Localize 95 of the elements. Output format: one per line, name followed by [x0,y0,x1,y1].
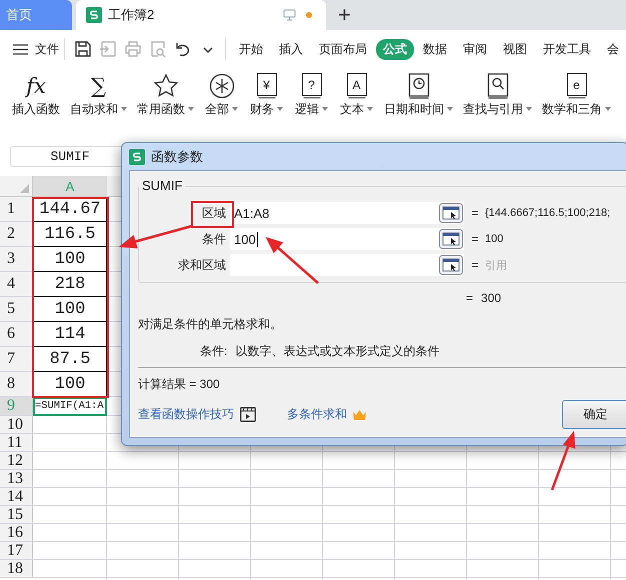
table-cell: 87.5 [33,347,107,372]
range-select-icon[interactable] [439,203,463,223]
menu-tab[interactable]: 会 [599,38,626,60]
menu-tab[interactable]: 插入 [271,38,311,60]
menu-tab[interactable]: 开发工具 [535,38,599,60]
argument-label: 条件 [202,232,226,246]
row-header[interactable]: 12 [0,452,33,470]
row-header[interactable]: 14 [0,488,33,506]
ok-button[interactable]: 确定 [562,400,626,429]
save-icon[interactable] [74,40,92,58]
range-select-icon[interactable] [439,229,463,249]
menu-tab[interactable]: 数据 [415,38,455,60]
file-menu[interactable]: 文件 [13,40,59,58]
ribbon-button[interactable]: ∑ 自动求和 [70,72,127,116]
row-header[interactable]: 8 [0,372,33,397]
argument-label: 求和区域 [178,258,226,272]
ribbon-button[interactable]: 全部 [204,72,239,116]
table-cell: =SUMIF(A1:A [35,400,104,413]
tab-label: 首页 [6,6,33,24]
search-icon [486,72,508,100]
argument-field[interactable] [230,254,464,276]
ribbon-button[interactable]: A 文本 [339,72,374,116]
row-header[interactable]: 16 [0,524,33,542]
argument-result: 引用 [485,258,507,272]
highlight-frame [191,201,234,228]
equals-sign: = [466,291,474,305]
table-cell: 114 [33,322,107,347]
row-header[interactable]: 5 [0,297,33,322]
book-icon: ¥ [256,73,276,96]
table-cell: 100 [33,297,107,322]
table-cell: 116.5 [33,222,107,247]
argument-result: {144.6667;116.5;100;218; [485,207,610,219]
ribbon-button[interactable]: ¥ 财务 [249,72,284,116]
ribbon-button[interactable]: 常用函数 [137,72,194,116]
document-tab[interactable]: 工作簿2 [76,0,326,30]
help-text: 以数字、表达式或文本形式定义的条件 [235,342,440,360]
new-tab-button[interactable]: + [338,0,351,30]
annotation-arrow [266,236,319,284]
function-description: 对满足条件的单元格求和。 [138,316,282,332]
book-icon: e [566,73,586,96]
range-select-icon[interactable] [439,255,463,275]
formula-icon: fx [26,72,46,100]
row-header[interactable]: 13 [0,470,33,488]
menu-tab[interactable]: 页面布局 [311,38,375,60]
equals-sign: = [470,206,480,220]
argument-field[interactable]: A1:A8 [230,202,464,224]
calculation-result: 计算结果 = 300 [138,376,220,392]
dialog-title: 函数参数 [151,148,203,166]
table-cell: 218 [33,272,107,297]
formula-result: 300 [481,291,502,305]
row-header[interactable]: 6 [0,322,33,347]
help-link[interactable]: 查看函数操作技巧 [138,406,234,423]
row-header[interactable]: 10 [0,416,33,434]
crown-icon [353,410,366,420]
equals-sign: = [470,258,480,272]
unsaved-dot [306,12,312,18]
table-cell: 100 [33,247,107,272]
spreadsheet-icon [129,148,145,164]
row-header[interactable]: 17 [0,542,33,560]
ribbon-button[interactable]: 日期和时间 [384,72,453,116]
clock-icon [408,72,430,100]
help-label: 条件: [200,342,228,360]
ribbon-button[interactable]: e 数学和三角 [542,72,611,116]
table-cell: 144.67 [33,197,107,222]
ribbon-button[interactable]: ? 逻辑 [294,72,329,116]
argument-result: 100 [485,233,504,245]
row-header[interactable]: 3 [0,247,33,272]
annotation-arrow [550,430,576,490]
book-icon: A [346,73,366,96]
formula-icon: ∑ [91,72,106,100]
argument-label: 区域 [202,206,226,220]
spreadsheet-icon [86,7,102,23]
row-header[interactable]: 15 [0,506,33,524]
book-icon: ? [302,73,322,96]
asterisk-icon [208,72,234,100]
help-link[interactable]: 多条件求和 [287,406,347,423]
video-icon [240,407,256,422]
undo-icon[interactable] [174,40,192,58]
row-header[interactable]: 11 [0,434,33,452]
function-name: SUMIF [141,179,184,193]
tab-label: 工作簿2 [108,6,156,24]
row-header[interactable]: 2 [0,222,33,247]
menu-icon [13,44,28,54]
menu-tab[interactable]: 视图 [495,38,535,60]
ribbon-button[interactable]: fx 插入函数 [12,72,60,116]
argument-field[interactable]: 100 [230,228,464,250]
menu-tab[interactable]: 开始 [231,38,271,60]
equals-sign: = [470,232,480,246]
row-header[interactable]: 18 [0,560,33,578]
row-header[interactable]: 1 [0,197,33,222]
ribbon-button[interactable]: 查找与引用 [463,72,532,116]
selected-cell[interactable]: =SUMIF(A1:A [33,397,107,416]
row-header[interactable]: 4 [0,272,33,297]
menu-tab[interactable]: 审阅 [455,38,495,60]
row-header[interactable]: 7 [0,347,33,372]
